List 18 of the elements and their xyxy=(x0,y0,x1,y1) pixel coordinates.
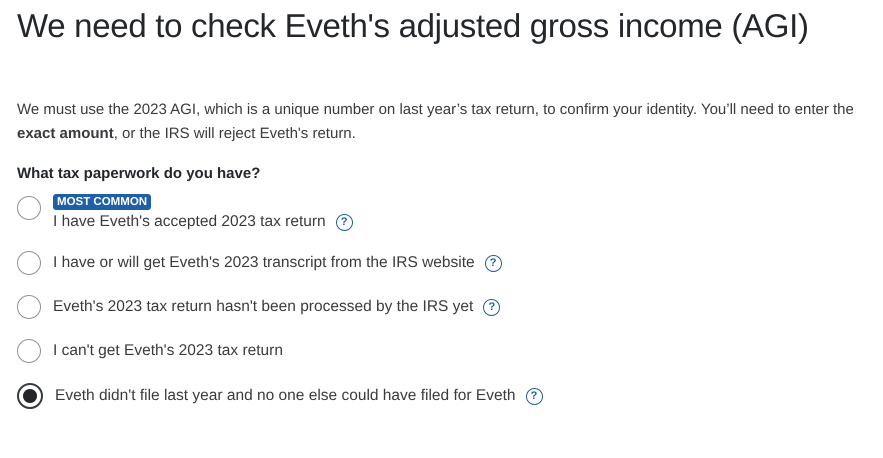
help-icon[interactable]: ? xyxy=(336,214,353,230)
intro-paragraph: We must use the 2023 AGI, which is a unique number on last year’s tax return, to confirm your identity. You’ll need to enter the exact amount, or the IRS will reject Eveth's return. xyxy=(17,100,855,144)
option-label[interactable]: Eveth's 2023 tax return hasn't been processed by the IRS yet xyxy=(53,298,474,316)
option-label[interactable]: I have or will get Eveth's 2023 transcript from the IRS website xyxy=(53,254,475,272)
radio-button[interactable] xyxy=(17,339,41,363)
help-icon[interactable]: ? xyxy=(526,388,542,404)
option-label[interactable]: I have Eveth's accepted 2023 tax return xyxy=(53,213,326,231)
help-icon[interactable]: ? xyxy=(483,298,500,316)
question-label: What tax paperwork do you have? xyxy=(17,165,262,182)
option-label[interactable]: I can't get Eveth's 2023 tax return xyxy=(53,342,283,360)
radio-button[interactable] xyxy=(17,383,43,409)
help-icon[interactable]: ? xyxy=(484,254,502,272)
most-common-badge: MOST COMMON xyxy=(53,194,152,210)
page-title: We need to check Eveth's adjusted gross income (AGI) xyxy=(17,6,810,46)
option-label[interactable]: Eveth didn't file last year and no one else could have filed for Eveth xyxy=(55,387,516,405)
radio-button[interactable] xyxy=(17,196,41,220)
radio-button[interactable] xyxy=(17,251,41,275)
radio-button[interactable] xyxy=(17,295,41,319)
